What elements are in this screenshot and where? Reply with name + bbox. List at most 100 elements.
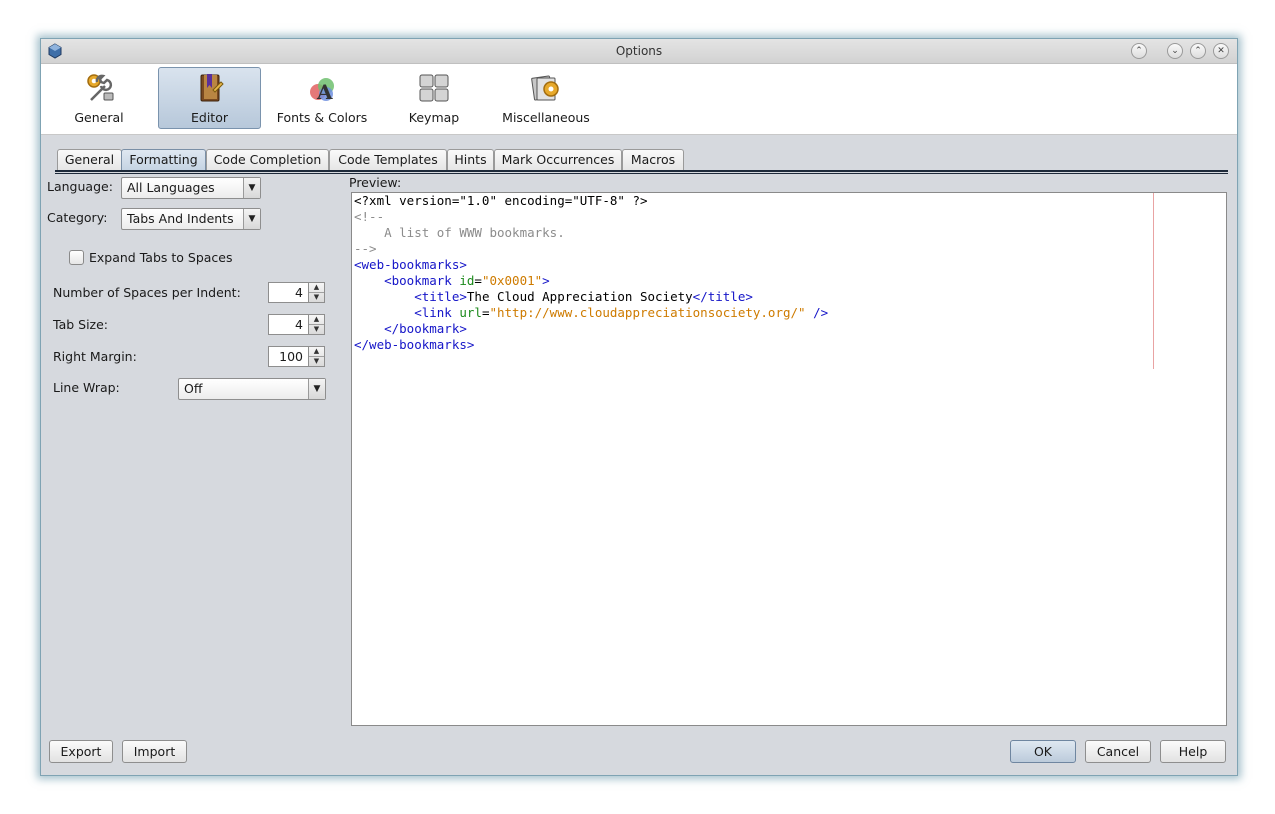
code-line: <link url="http://www.cloudappreciations…	[354, 305, 828, 321]
language-select[interactable]: All Languages ▼	[121, 177, 261, 199]
category-editor[interactable]: Editor	[158, 67, 261, 129]
tab-size-field[interactable]: 4	[268, 314, 309, 335]
category-label: General	[74, 110, 124, 125]
code-line: </web-bookmarks>	[354, 337, 828, 353]
category-select[interactable]: Tabs And Indents ▼	[121, 208, 261, 230]
code-token: <link	[354, 305, 460, 320]
tab-size-label: Tab Size:	[53, 317, 109, 332]
code-token: -->	[354, 241, 377, 256]
code-line: <web-bookmarks>	[354, 257, 828, 273]
close-icon: ✕	[1217, 46, 1225, 56]
keyboard-icon	[419, 74, 449, 102]
spinner-buttons: ▲ ▼	[308, 314, 325, 335]
chevron-down-icon: ⌄	[1171, 46, 1179, 56]
tab-macros[interactable]: Macros	[622, 149, 684, 170]
preview-code: <?xml version="1.0" encoding="UTF-8" ?> <…	[354, 193, 828, 353]
tab-size-value: 4	[295, 317, 303, 332]
right-margin-spinner[interactable]: 100 ▲ ▼	[268, 346, 325, 367]
tab-divider	[55, 170, 1228, 172]
svg-text:A: A	[316, 80, 333, 104]
close-button[interactable]: ✕	[1213, 43, 1229, 59]
spinner-down-icon[interactable]: ▼	[309, 357, 324, 366]
category-label: Fonts & Colors	[276, 110, 368, 125]
expand-tabs-label[interactable]: Expand Tabs to Spaces	[89, 250, 233, 265]
code-line: -->	[354, 241, 828, 257]
line-wrap-select[interactable]: Off ▼	[178, 378, 326, 400]
options-window: Options ⌃ ⌄ ⌃ ✕ General Editor A Fonts &…	[40, 38, 1238, 776]
code-token: url	[459, 305, 482, 320]
right-margin-guide	[1153, 193, 1154, 369]
tab-hints[interactable]: Hints	[447, 149, 494, 170]
double-chevron-up-icon: ⌃	[1135, 46, 1143, 56]
keep-above-button[interactable]: ⌃	[1131, 43, 1147, 59]
tab-code-completion[interactable]: Code Completion	[206, 149, 329, 170]
fonts-colors-icon: A	[310, 78, 334, 104]
category-label: Category:	[47, 210, 108, 225]
ok-button[interactable]: OK	[1010, 740, 1076, 763]
spinner-up-icon[interactable]: ▲	[309, 315, 324, 325]
wrench-gear-icon	[87, 74, 114, 101]
language-label: Language:	[47, 179, 113, 194]
spaces-per-indent-field[interactable]: 4	[268, 282, 309, 303]
category-toolbar: General Editor A Fonts & Colors Keymap M…	[41, 64, 1237, 135]
window-title: Options	[615, 44, 663, 58]
line-wrap-value: Off	[184, 381, 203, 396]
category-label: Miscellaneous	[502, 110, 590, 125]
dropdown-arrow-icon[interactable]: ▼	[243, 178, 260, 198]
title-bar: Options ⌃ ⌄ ⌃ ✕	[41, 39, 1237, 64]
line-wrap-label: Line Wrap:	[53, 380, 120, 395]
right-margin-value: 100	[279, 349, 303, 364]
dropdown-arrow-icon[interactable]: ▼	[308, 379, 325, 399]
preview-editor[interactable]: <?xml version="1.0" encoding="UTF-8" ?> <…	[351, 192, 1227, 726]
dropdown-arrow-icon[interactable]: ▼	[243, 209, 260, 229]
tab-mark-occurrences[interactable]: Mark Occurrences	[494, 149, 622, 170]
category-value: Tabs And Indents	[127, 211, 234, 226]
code-token: "0x0001"	[481, 273, 543, 288]
spinner-up-icon[interactable]: ▲	[309, 347, 324, 357]
category-miscellaneous[interactable]: Miscellaneous	[495, 67, 597, 129]
code-token: "http://www.cloudappreciationsociety.org…	[489, 305, 806, 320]
code-token: The Cloud Appreciation Society	[466, 289, 693, 304]
code-line: <title>The Cloud Appreciation Society</t…	[354, 289, 828, 305]
tab-divider	[55, 173, 1228, 174]
tab-code-templates[interactable]: Code Templates	[329, 149, 447, 170]
right-margin-field[interactable]: 100	[268, 346, 309, 367]
spinner-down-icon[interactable]: ▼	[309, 293, 324, 302]
maximize-button[interactable]: ⌃	[1190, 43, 1206, 59]
export-button[interactable]: Export	[49, 740, 113, 763]
code-token: id	[459, 273, 475, 288]
code-token: <bookmark	[354, 273, 460, 288]
category-keymap[interactable]: Keymap	[390, 67, 478, 129]
code-token: </bookmark>	[354, 321, 467, 336]
book-icon	[200, 74, 224, 102]
category-general[interactable]: General	[55, 67, 143, 129]
code-token: <web-bookmarks>	[354, 257, 467, 272]
chevron-up-icon: ⌃	[1194, 46, 1202, 56]
code-token: </web-bookmarks>	[354, 337, 475, 352]
code-token: A list of WWW bookmarks.	[354, 225, 565, 240]
spinner-buttons: ▲ ▼	[308, 346, 325, 367]
spinner-down-icon[interactable]: ▼	[309, 325, 324, 334]
spaces-per-indent-value: 4	[295, 285, 303, 300]
spaces-per-indent-spinner[interactable]: 4 ▲ ▼	[268, 282, 325, 303]
code-token: <?xml version="1.0" encoding="UTF-8" ?>	[354, 193, 648, 208]
language-value: All Languages	[127, 180, 215, 195]
minimize-button[interactable]: ⌄	[1167, 43, 1183, 59]
tab-formatting[interactable]: Formatting	[121, 149, 206, 170]
cancel-button[interactable]: Cancel	[1085, 740, 1151, 763]
tab-size-spinner[interactable]: 4 ▲ ▼	[268, 314, 325, 335]
code-token: />	[805, 305, 829, 320]
tab-general[interactable]: General	[57, 149, 122, 170]
misc-gear-icon	[531, 75, 559, 101]
spaces-per-indent-label: Number of Spaces per Indent:	[53, 285, 241, 300]
code-token: </title>	[692, 289, 753, 304]
preview-label: Preview:	[349, 175, 402, 190]
expand-tabs-checkbox[interactable]	[69, 250, 84, 265]
code-token: =	[474, 273, 482, 288]
code-line: A list of WWW bookmarks.	[354, 225, 828, 241]
category-fonts-colors[interactable]: A Fonts & Colors	[269, 67, 375, 129]
spinner-up-icon[interactable]: ▲	[309, 283, 324, 293]
spinner-buttons: ▲ ▼	[308, 282, 325, 303]
help-button[interactable]: Help	[1160, 740, 1226, 763]
import-button[interactable]: Import	[122, 740, 187, 763]
